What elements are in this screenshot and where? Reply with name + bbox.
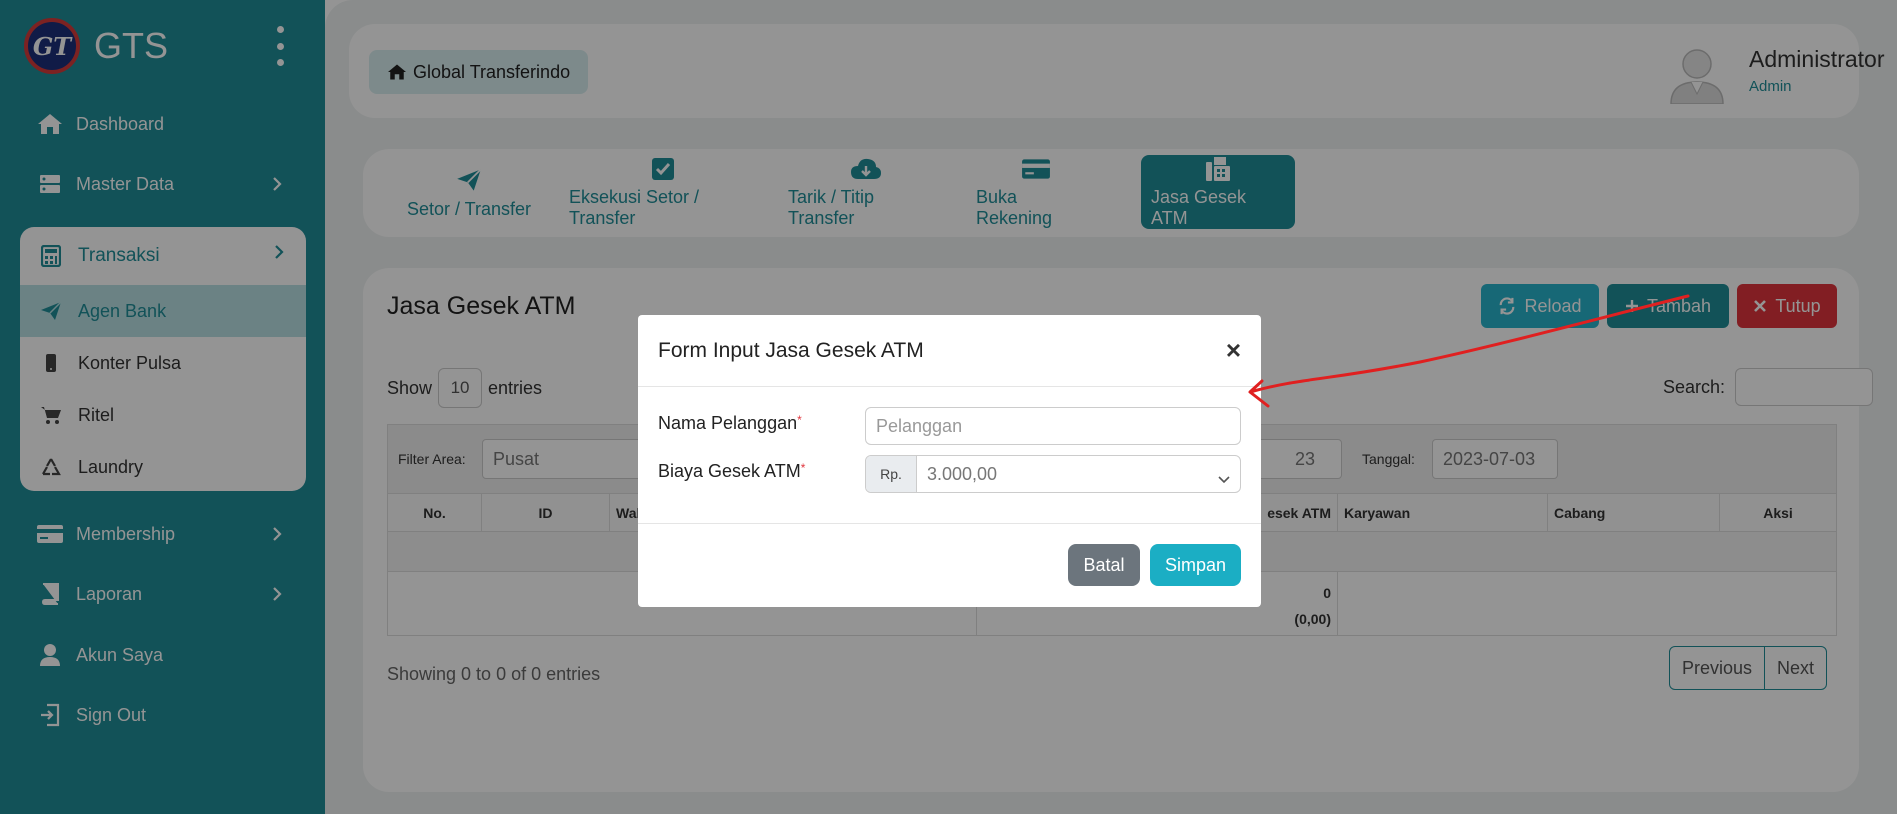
- currency-prefix: Rp.: [866, 456, 917, 492]
- batal-button[interactable]: Batal: [1068, 544, 1140, 586]
- nama-pelanggan-label: Nama Pelanggan*: [658, 413, 802, 433]
- biaya-gesek-value: 3.000,00: [927, 463, 998, 484]
- biaya-gesek-group: Rp. 3.000,00: [865, 455, 1241, 493]
- biaya-gesek-select[interactable]: 3.000,00: [917, 456, 1240, 492]
- required-mark: *: [797, 413, 802, 427]
- simpan-button[interactable]: Simpan: [1150, 544, 1241, 586]
- biaya-gesek-label: Biaya Gesek ATM*: [658, 461, 806, 481]
- divider: [638, 386, 1261, 387]
- form-modal: Form Input Jasa Gesek ATM × Nama Pelangg…: [638, 315, 1261, 607]
- divider: [638, 523, 1261, 524]
- chevron-down-icon: [1218, 468, 1230, 489]
- modal-title: Form Input Jasa Gesek ATM: [658, 339, 924, 362]
- required-mark: *: [800, 461, 806, 475]
- nama-pelanggan-input[interactable]: [865, 407, 1241, 445]
- close-icon[interactable]: ×: [1226, 335, 1241, 366]
